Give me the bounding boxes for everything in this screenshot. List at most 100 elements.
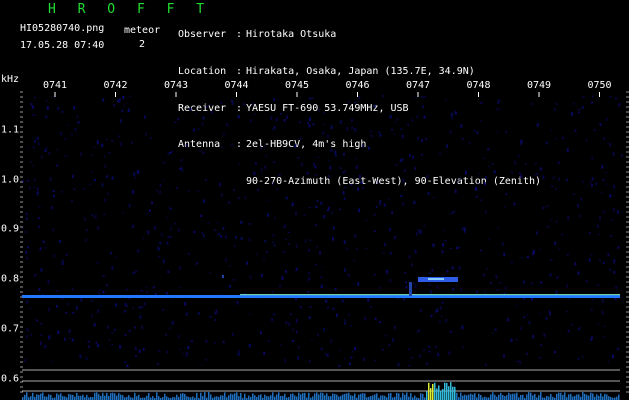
noise-speck bbox=[102, 98, 105, 102]
noise-speck bbox=[197, 312, 200, 315]
noise-speck bbox=[503, 354, 505, 358]
noise-speck bbox=[428, 345, 431, 348]
intensity-bar bbox=[216, 396, 218, 400]
noise-speck bbox=[520, 139, 523, 144]
intensity-bar bbox=[434, 382, 436, 400]
intensity-bar bbox=[404, 394, 406, 400]
noise-speck bbox=[392, 338, 395, 342]
noise-speck bbox=[220, 235, 223, 238]
noise-speck bbox=[342, 171, 345, 174]
intensity-bar bbox=[456, 392, 458, 400]
noise-speck bbox=[123, 105, 126, 107]
intensity-bar bbox=[430, 388, 432, 400]
noise-speck bbox=[493, 170, 496, 174]
noise-speck bbox=[127, 108, 130, 113]
noise-speck bbox=[504, 286, 507, 290]
noise-speck bbox=[202, 199, 205, 203]
noise-speck bbox=[36, 187, 39, 191]
noise-speck bbox=[520, 327, 523, 330]
noise-speck bbox=[577, 357, 580, 360]
intensity-bar bbox=[308, 392, 310, 400]
noise-speck bbox=[358, 208, 360, 213]
noise-speck bbox=[343, 240, 346, 245]
noise-speck bbox=[224, 235, 227, 239]
intensity-bar bbox=[64, 396, 66, 400]
intensity-bar bbox=[146, 395, 148, 400]
noise-speck bbox=[273, 243, 276, 247]
noise-speck bbox=[38, 225, 41, 229]
noise-speck bbox=[162, 259, 165, 264]
noise-speck bbox=[72, 174, 74, 178]
noise-speck bbox=[349, 362, 351, 366]
intensity-bar bbox=[264, 394, 266, 400]
noise-speck bbox=[77, 120, 80, 124]
intensity-bar bbox=[466, 395, 468, 400]
noise-speck bbox=[385, 335, 388, 337]
noise-speck bbox=[220, 102, 223, 104]
noise-speck bbox=[61, 298, 64, 300]
noise-speck bbox=[553, 107, 556, 111]
noise-speck bbox=[599, 123, 602, 126]
noise-speck bbox=[576, 204, 579, 208]
intensity-bar bbox=[564, 392, 566, 400]
noise-speck bbox=[240, 220, 243, 224]
noise-speck bbox=[88, 345, 90, 348]
noise-speck bbox=[32, 114, 35, 116]
noise-speck bbox=[111, 332, 114, 334]
intensity-bar bbox=[454, 386, 456, 400]
intensity-bar bbox=[56, 393, 58, 400]
noise-speck bbox=[108, 151, 111, 155]
noise-speck bbox=[456, 246, 459, 250]
noise-speck bbox=[115, 256, 118, 258]
noise-speck bbox=[496, 289, 499, 291]
noise-speck bbox=[34, 274, 37, 277]
noise-speck bbox=[43, 241, 46, 244]
intensity-bar bbox=[324, 395, 326, 400]
intensity-bar bbox=[260, 394, 262, 400]
noise-speck bbox=[214, 229, 217, 232]
noise-speck bbox=[40, 322, 43, 325]
noise-speck bbox=[308, 272, 310, 275]
intensity-bar bbox=[494, 394, 496, 400]
noise-speck bbox=[198, 364, 201, 366]
noise-speck bbox=[117, 135, 120, 138]
noise-speck bbox=[34, 97, 36, 99]
noise-speck bbox=[454, 111, 457, 115]
intensity-bar bbox=[294, 395, 296, 400]
noise-speck bbox=[413, 282, 415, 285]
noise-speck bbox=[444, 98, 447, 101]
noise-speck bbox=[197, 128, 200, 130]
noise-speck bbox=[441, 301, 444, 304]
intensity-bar bbox=[108, 396, 110, 400]
noise-speck bbox=[543, 333, 546, 337]
intensity-bar bbox=[284, 393, 286, 400]
noise-speck bbox=[111, 343, 114, 346]
noise-speck bbox=[613, 184, 616, 189]
noise-speck bbox=[422, 105, 424, 109]
noise-speck bbox=[300, 162, 303, 167]
intensity-bar bbox=[578, 394, 580, 400]
noise-speck bbox=[561, 233, 564, 236]
intensity-bar bbox=[534, 394, 536, 400]
noise-speck bbox=[617, 246, 620, 249]
intensity-bar bbox=[616, 396, 618, 400]
noise-speck bbox=[308, 97, 311, 100]
noise-speck bbox=[332, 226, 335, 230]
noise-speck bbox=[45, 100, 48, 102]
noise-speck bbox=[205, 106, 208, 108]
noise-speck bbox=[145, 286, 148, 288]
noise-speck bbox=[522, 280, 525, 284]
noise-speck bbox=[106, 175, 109, 179]
noise-speck bbox=[580, 198, 583, 201]
noise-speck bbox=[321, 266, 324, 268]
noise-speck bbox=[384, 243, 386, 247]
noise-speck bbox=[56, 305, 58, 308]
meteor-echo-core bbox=[428, 278, 444, 280]
intensity-bar bbox=[276, 394, 278, 400]
noise-speck bbox=[308, 316, 311, 320]
noise-speck bbox=[240, 237, 243, 241]
noise-speck bbox=[26, 217, 28, 221]
noise-speck bbox=[48, 151, 51, 155]
noise-speck bbox=[368, 146, 371, 150]
noise-speck bbox=[611, 354, 614, 359]
